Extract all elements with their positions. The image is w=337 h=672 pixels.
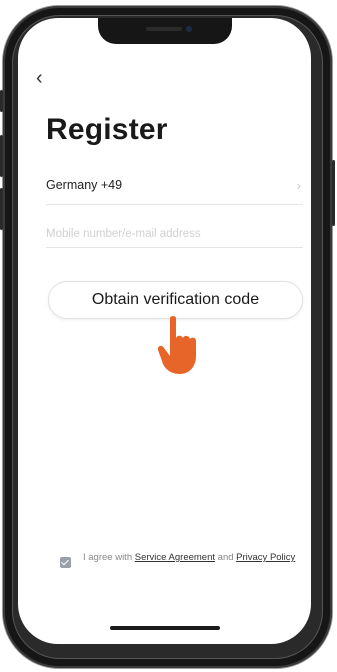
agree-checkbox[interactable] — [60, 557, 71, 568]
service-agreement-link[interactable]: Service Agreement — [135, 552, 215, 563]
home-indicator[interactable] — [110, 626, 220, 630]
pointing-hand-icon — [157, 316, 196, 374]
speaker-grille — [146, 27, 182, 31]
agreement-conjunction: and — [215, 552, 237, 563]
chevron-right-icon: › — [296, 178, 301, 193]
volume-down-button — [0, 188, 3, 230]
country-code-label: Germany +49 — [46, 178, 123, 192]
chevron-left-icon: ‹ — [36, 67, 43, 89]
app-screen: ‹ Register Germany +49 › Obtain verifica… — [18, 18, 311, 644]
account-input[interactable] — [46, 221, 303, 248]
volume-up-button — [0, 135, 3, 177]
back-button[interactable]: ‹ — [36, 66, 56, 90]
agreement-text: I agree with Service Agreement and Priva… — [83, 551, 298, 564]
privacy-policy-link[interactable]: Privacy Policy — [236, 552, 295, 563]
front-camera — [186, 26, 192, 32]
page-title: Register — [46, 113, 168, 146]
mute-switch — [0, 90, 3, 112]
power-button — [332, 160, 335, 226]
country-selector[interactable]: Germany +49 › — [46, 178, 303, 205]
notch — [98, 18, 232, 44]
agreement-prefix: I agree with — [83, 552, 135, 563]
